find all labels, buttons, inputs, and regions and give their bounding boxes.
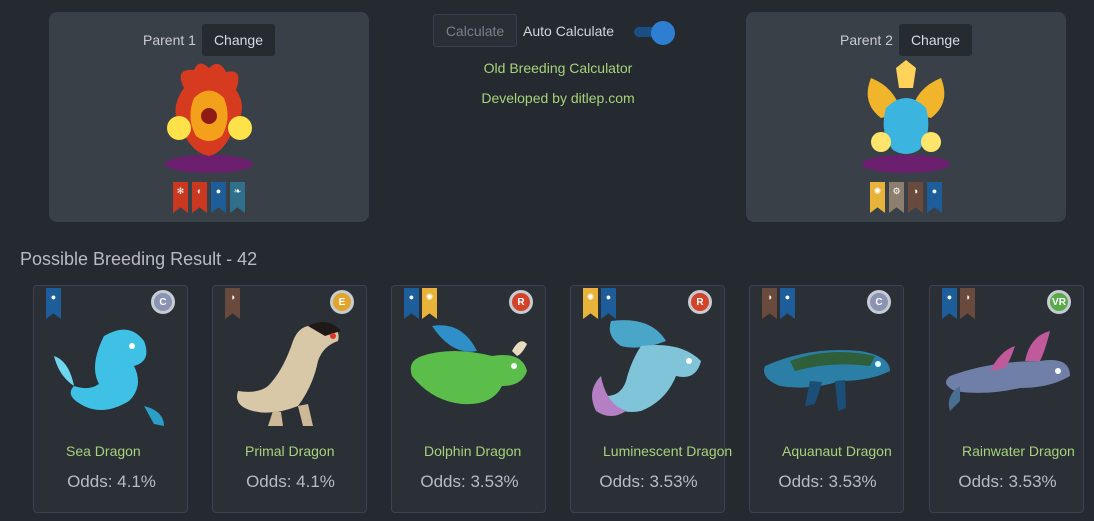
- water-element-icon: ●: [601, 288, 616, 319]
- light-element-icon: ✺: [422, 288, 437, 319]
- dragon-odds: Odds: 4.1%: [67, 472, 156, 491]
- auto-calculate-toggle[interactable]: [632, 20, 676, 45]
- dragon-odds: Odds: 3.53%: [599, 472, 698, 491]
- dragon-odds: Odds: 4.1%: [246, 472, 335, 491]
- dragon-name: Sea Dragon: [66, 443, 141, 459]
- dragon-odds: Odds: 3.53%: [778, 472, 877, 491]
- primal-element-icon: ◑: [960, 288, 975, 319]
- water-element-icon: ●: [780, 288, 795, 319]
- dragon-name: Luminescent Dragon: [603, 443, 733, 459]
- auto-calculate-label: Auto Calculate: [523, 22, 615, 39]
- rarity-rare-badge: R: [509, 290, 533, 314]
- primal-element-icon: ◑: [225, 288, 240, 319]
- light-element-icon: ✺: [583, 288, 598, 319]
- primal-dragon-image: [237, 322, 341, 426]
- aquanaut-dragon-image: [764, 350, 890, 411]
- breeding-result-title: Possible Breeding Result - 42: [20, 249, 258, 269]
- water-element-icon: ●: [46, 288, 61, 319]
- developer-link[interactable]: Developed by ditlep.com: [433, 90, 683, 106]
- metal-element-icon: ⚙: [889, 182, 904, 213]
- dragon-name: Dolphin Dragon: [424, 443, 522, 459]
- parent-1-panel: Parent 1 Change ✻ ◐ ● ❧: [49, 12, 369, 222]
- dolphin-dragon-image: [410, 325, 527, 405]
- dragon-name: Aquanaut Dragon: [782, 443, 892, 459]
- rarity-very-rare-badge: VR: [1047, 290, 1071, 314]
- dragon-name: Rainwater Dragon: [962, 443, 1075, 459]
- parent-1-change-button[interactable]: Change: [201, 24, 275, 56]
- dragon-odds: Odds: 3.53%: [958, 472, 1057, 491]
- parent-2-change-button[interactable]: Change: [898, 24, 972, 56]
- dark-element-icon: ◑: [908, 182, 923, 213]
- light-element-icon: ✺: [870, 182, 885, 213]
- rarity-common-badge: C: [867, 290, 891, 314]
- parent-2-label: Parent 2: [840, 32, 893, 48]
- rainwater-dragon-image: [946, 331, 1070, 411]
- primal-element-icon: ◑: [762, 288, 777, 319]
- war-element-icon: ◐: [192, 182, 207, 213]
- water-element-icon: ●: [404, 288, 419, 319]
- wind-element-icon: ❧: [230, 182, 245, 213]
- rarity-epic-badge: E: [330, 290, 354, 314]
- result-card[interactable]: ● C Sea Dragon Odds: 4.1%: [33, 285, 188, 513]
- parent-2-dragon-image: [841, 58, 971, 183]
- old-breeding-calculator-link[interactable]: Old Breeding Calculator: [433, 60, 683, 76]
- luminescent-dragon-image: [592, 320, 701, 416]
- fire-element-icon: ✻: [173, 182, 188, 213]
- water-element-icon: ●: [927, 182, 942, 213]
- parent-2-panel: Parent 2 Change ✺ ⚙ ◑ ●: [746, 12, 1066, 222]
- rarity-common-badge: C: [151, 290, 175, 314]
- water-element-icon: ●: [211, 182, 226, 213]
- calculate-button[interactable]: Calculate: [433, 14, 517, 47]
- result-card[interactable]: ● ✺ R Dolphin Dragon Odds: 3.53%: [391, 285, 546, 513]
- sea-dragon-image: [54, 329, 164, 426]
- dragon-name: Primal Dragon: [245, 443, 335, 459]
- rarity-rare-badge: R: [688, 290, 712, 314]
- parent-1-dragon-image: [144, 58, 274, 183]
- parent-1-label: Parent 1: [143, 32, 196, 48]
- result-card[interactable]: ✺ ● R Luminescent Dragon Odds: 3.53%: [570, 285, 732, 513]
- water-element-icon: ●: [942, 288, 957, 319]
- result-card[interactable]: ◑ ● C Aquanaut Dragon Odds: 3.53%: [749, 285, 904, 513]
- result-card[interactable]: ◑ E Primal Dragon Odds: 4.1%: [212, 285, 367, 513]
- dragon-odds: Odds: 3.53%: [420, 472, 519, 491]
- result-card[interactable]: ● ◑ VR Rainwater Dragon Odds: 3.53%: [929, 285, 1084, 513]
